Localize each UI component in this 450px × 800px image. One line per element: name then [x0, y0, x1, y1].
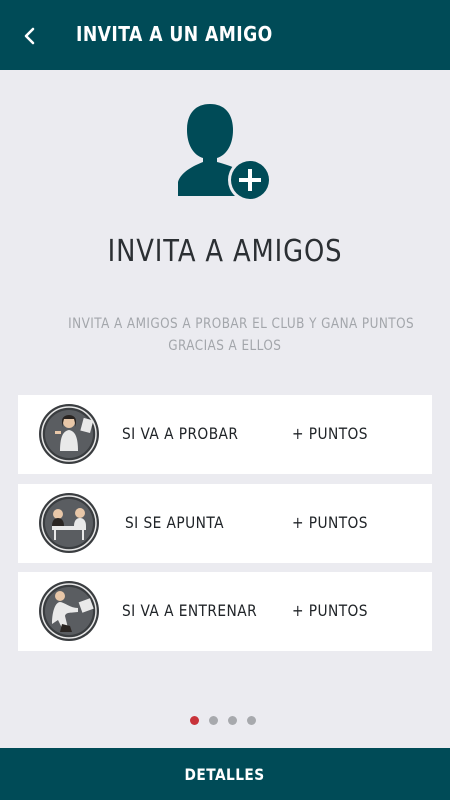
signup-desk-icon: [39, 493, 99, 553]
back-button[interactable]: [18, 24, 40, 48]
page-dot-2[interactable]: [209, 716, 218, 725]
reward-label: SI VA A PROBAR: [122, 424, 239, 443]
top-app-bar: INVITA A UN AMIGO: [0, 0, 450, 70]
details-button[interactable]: DETALLES: [0, 748, 450, 800]
reward-points: + PUNTOS: [292, 513, 368, 532]
woman-trying-icon: [39, 404, 99, 464]
chevron-left-icon: [24, 27, 35, 45]
add-user-icon: [178, 104, 272, 202]
reward-points: + PUNTOS: [292, 424, 368, 443]
page-dot-1[interactable]: [190, 716, 199, 725]
description-line-1: INVITA A AMIGOS A PROBAR EL CLUB Y GANA …: [68, 316, 415, 332]
details-button-label: DETALLES: [184, 764, 266, 784]
reward-points: + PUNTOS: [292, 601, 368, 620]
reward-label: SI SE APUNTA: [125, 513, 224, 532]
reward-card-training: SI VA A ENTRENAR + PUNTOS: [18, 572, 432, 651]
page-dot-3[interactable]: [228, 716, 237, 725]
woman-training-icon: [39, 581, 99, 641]
reward-label: SI VA A ENTRENAR: [122, 601, 258, 620]
page-indicator: [190, 716, 256, 725]
description-line-2: GRACIAS A ELLOS: [168, 338, 282, 354]
section-heading: INVITA A AMIGOS: [107, 234, 343, 269]
reward-card-trial: SI VA A PROBAR + PUNTOS: [18, 395, 432, 474]
page-title: INVITA A UN AMIGO: [76, 22, 273, 46]
page-dot-4[interactable]: [247, 716, 256, 725]
reward-card-signup: SI SE APUNTA + PUNTOS: [18, 484, 432, 563]
section-description: INVITA A AMIGOS A PROBAR EL CLUB Y GANA …: [40, 313, 413, 357]
